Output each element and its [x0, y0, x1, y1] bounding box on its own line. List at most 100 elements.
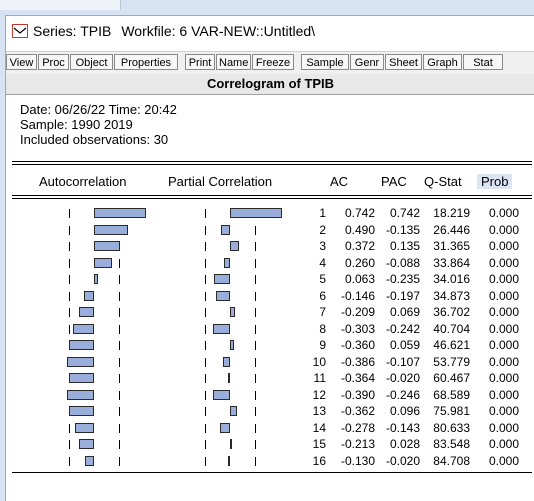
properties-button[interactable]: Properties — [114, 54, 178, 70]
pac-bar — [230, 307, 235, 317]
print-button[interactable]: Print — [185, 54, 215, 70]
ac-bar — [83, 290, 94, 301]
ac-bar — [94, 274, 99, 284]
qstat-cell: 34.016 — [433, 272, 470, 286]
ac-cell: 0.063 — [344, 272, 375, 286]
object-button[interactable]: Object — [70, 54, 113, 70]
partial-correlation-header: Partial Correlation — [168, 174, 273, 189]
proc-button[interactable]: Proc — [38, 54, 69, 70]
pac-cell: -0.143 — [385, 420, 420, 435]
confidence-tick — [205, 324, 206, 334]
qstat-cell: 26.446 — [433, 222, 470, 237]
correlogram-row: 5 0.063 -0.235 34.016 0.000 — [6, 272, 534, 286]
confidence-tick — [255, 357, 256, 367]
confidence-tick — [119, 357, 120, 367]
window-title-workfile: Workfile: 6 VAR-NEW::Untitled\ — [121, 23, 316, 39]
confidence-tick — [205, 225, 206, 235]
qstat-cell: 31.365 — [433, 239, 470, 253]
confidence-tick — [205, 242, 206, 251]
confidence-tick — [255, 423, 256, 433]
ac-bar — [84, 455, 94, 466]
confidence-tick — [119, 407, 120, 416]
qstat-cell: 53.779 — [433, 354, 470, 369]
lag-cell: 11 — [313, 371, 326, 385]
prob-cell: 0.000 — [488, 338, 519, 352]
confidence-tick — [205, 209, 206, 218]
freeze-button[interactable]: Freeze — [252, 54, 294, 70]
divider — [12, 161, 532, 162]
divider — [12, 164, 532, 165]
pac-cell: 0.742 — [389, 206, 420, 220]
ac-bar — [68, 406, 94, 416]
ac-bar — [94, 224, 129, 235]
prob-cell: 0.000 — [488, 387, 519, 402]
sample-button[interactable]: Sample — [301, 54, 349, 70]
pac-bar — [213, 274, 230, 284]
sample-line: Sample: 1990 2019 — [20, 117, 133, 132]
background-window-tab[interactable] — [0, 0, 121, 10]
ac-cell: 0.260 — [344, 255, 375, 270]
pac-cell: -0.020 — [385, 453, 420, 468]
confidence-tick — [255, 456, 256, 466]
pac-bar — [230, 208, 282, 218]
confidence-tick — [205, 357, 206, 367]
lag-cell: 9 — [319, 338, 326, 352]
date-line: Date: 06/26/22 Time: 20:42 — [20, 102, 177, 117]
observations-line: Included observations: 30 — [20, 132, 169, 147]
prob-cell: 0.000 — [488, 321, 519, 336]
stats-button[interactable]: Stat — [463, 54, 503, 70]
pac-header: PAC — [381, 174, 407, 189]
confidence-tick — [255, 225, 256, 235]
correlogram-row: 13 -0.362 0.096 75.981 0.000 — [6, 404, 534, 418]
qstat-cell: 46.621 — [433, 338, 470, 352]
qstat-cell: 40.704 — [433, 321, 470, 336]
confidence-tick — [69, 456, 70, 466]
qstat-cell: 80.633 — [433, 420, 470, 435]
prob-header: Prob — [477, 174, 513, 189]
correlogram-view: Date: 06/26/22 Time: 20:42 Sample: 1990 … — [6, 95, 534, 501]
ac-cell: 0.372 — [344, 239, 375, 253]
correlogram-row: 4 0.260 -0.088 33.864 0.000 — [6, 256, 534, 270]
qstat-cell: 75.981 — [433, 404, 470, 418]
name-button[interactable]: Name — [216, 54, 251, 70]
confidence-tick — [69, 225, 70, 235]
view-button[interactable]: View — [6, 54, 37, 70]
sheet-button[interactable]: Sheet — [385, 54, 422, 70]
qstat-cell: 83.548 — [433, 437, 470, 451]
confidence-tick — [205, 275, 206, 284]
qstat-cell: 60.467 — [433, 371, 470, 385]
ac-bar — [74, 422, 94, 433]
ac-cell: -0.390 — [340, 387, 375, 402]
graph-button[interactable]: Graph — [423, 54, 462, 70]
confidence-tick — [119, 390, 120, 400]
confidence-tick — [255, 275, 256, 284]
prob-cell: 0.000 — [488, 222, 519, 237]
confidence-tick — [205, 390, 206, 400]
title-bar[interactable]: Series: TPIB Workfile: 6 VAR-NEW::Untitle… — [6, 16, 534, 50]
prob-cell: 0.000 — [488, 420, 519, 435]
pac-bar — [230, 406, 237, 416]
correlogram-row: 14 -0.278 -0.143 80.633 0.000 — [6, 421, 534, 435]
confidence-tick — [255, 308, 256, 317]
pac-bar — [220, 224, 230, 235]
lag-cell: 14 — [312, 420, 326, 435]
confidence-tick — [255, 390, 256, 400]
ac-bar — [79, 439, 94, 449]
correlogram-row: 8 -0.303 -0.242 40.704 0.000 — [6, 322, 534, 336]
confidence-tick — [69, 275, 70, 284]
confidence-tick — [255, 440, 256, 449]
confidence-tick — [119, 456, 120, 466]
lag-cell: 6 — [319, 288, 326, 303]
confidence-tick — [255, 258, 256, 268]
lag-cell: 5 — [319, 272, 326, 286]
lag-cell: 1 — [319, 206, 326, 220]
qstat-cell: 33.864 — [433, 255, 470, 270]
confidence-tick — [205, 374, 206, 383]
ac-cell: -0.130 — [340, 453, 375, 468]
ac-cell: -0.360 — [340, 338, 375, 352]
prob-cell: 0.000 — [488, 288, 519, 303]
confidence-tick — [69, 291, 70, 301]
ac-bar — [72, 323, 94, 334]
genr-button[interactable]: Genr — [350, 54, 384, 70]
ac-cell: -0.209 — [340, 305, 375, 319]
